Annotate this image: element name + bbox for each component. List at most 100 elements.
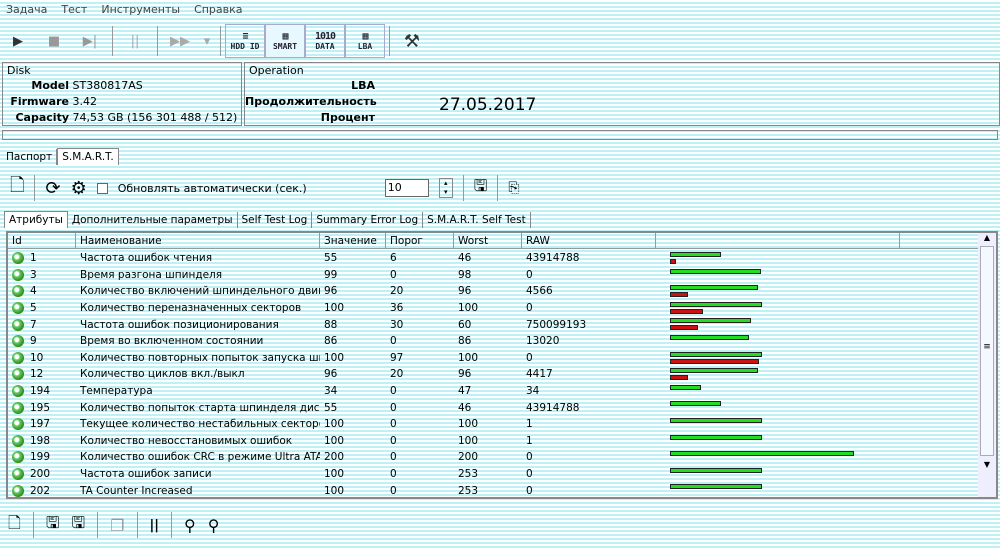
- col-value[interactable]: Значение: [320, 233, 386, 248]
- binoculars-icon[interactable]: ⚲: [184, 516, 196, 535]
- tab-self-test-log[interactable]: Self Test Log: [238, 212, 313, 228]
- play-button[interactable]: ▶: [0, 24, 36, 58]
- smart-button[interactable]: ▦ SMART: [265, 24, 305, 58]
- menu-help[interactable]: Справка: [194, 3, 242, 16]
- cell-worst: 253: [458, 468, 479, 481]
- scrollbar[interactable]: ▲ ≡ ▼: [978, 233, 996, 497]
- col-threshold[interactable]: Порог: [386, 233, 454, 248]
- status-ok-icon: [12, 484, 24, 497]
- cell-name: Количество включений шпиндельного двигат…: [80, 285, 320, 298]
- skip-button[interactable]: ▶|: [72, 24, 108, 58]
- tab-extra-params[interactable]: Дополнительные параметры: [68, 212, 238, 228]
- lba-label: LBA: [351, 79, 375, 92]
- table-row[interactable]: 198 Количество невосстановимых ошибок 100 0…: [8, 433, 656, 450]
- table-row[interactable]: 3 Время разгона шпинделя 99 0 98 0: [8, 267, 656, 284]
- status-ok-icon: [12, 285, 24, 298]
- value-bar: [670, 434, 762, 440]
- stop-button[interactable]: ■: [36, 24, 72, 58]
- table-row[interactable]: 10 Количество повторных попыток запуска ш…: [8, 350, 656, 367]
- table-row[interactable]: 202 TA Counter Increased 100 0 253 0: [8, 482, 656, 497]
- cell-name: Время разгона шпинделя: [80, 268, 223, 281]
- cell-id: 10: [8, 351, 76, 364]
- table-row[interactable]: 9 Время во включенном состоянии 86 0 86 13020: [8, 333, 656, 350]
- table-row[interactable]: 195 Количество попыток старта шпинделя ди…: [8, 399, 656, 416]
- save-icon[interactable]: 🖫: [46, 512, 60, 539]
- table-row[interactable]: 1 Частота ошибок чтения 55 6 46 43914788: [8, 250, 656, 267]
- tab-passport[interactable]: Паспорт: [2, 149, 58, 165]
- pause-icon[interactable]: ||: [150, 518, 160, 533]
- binoculars-more-icon[interactable]: ⚲: [208, 516, 220, 535]
- col-id[interactable]: Id: [8, 233, 76, 248]
- cell-worst: 100: [458, 302, 479, 315]
- scroll-up-icon[interactable]: ▲: [978, 233, 996, 242]
- col-name[interactable]: Наименование: [76, 233, 320, 248]
- cell-worst: 47: [458, 385, 472, 398]
- cell-value: 86: [324, 335, 338, 348]
- open-icon[interactable]: 🗋: [8, 512, 21, 539]
- table-row[interactable]: 7 Частота ошибок позиционирования 88 30 60 75…: [8, 316, 656, 333]
- interval-spinner[interactable]: ▴ ▾: [438, 178, 453, 198]
- col-raw[interactable]: RAW: [522, 233, 656, 248]
- cell-value: 100: [324, 434, 345, 447]
- data-button[interactable]: 1010 DATA: [305, 24, 345, 58]
- table-row[interactable]: 194 Температура 34 0 47 34: [8, 383, 656, 400]
- tab-smart-self-test[interactable]: S.M.A.R.T. Self Test: [423, 212, 531, 228]
- tools-button[interactable]: ⚒: [394, 24, 430, 58]
- col-worst[interactable]: Worst: [454, 233, 522, 248]
- chevron-down-icon: ▾: [203, 33, 211, 49]
- cell-name: TA Counter Increased: [80, 484, 193, 497]
- status-ok-icon: [12, 302, 24, 315]
- cell-name: Количество переназначенных секторов: [80, 302, 302, 315]
- cell-worst: 100: [458, 434, 479, 447]
- table-row[interactable]: 12 Количество циклов вкл./выкл 96 20 96 4417: [8, 366, 656, 383]
- save-icon[interactable]: 🖫: [474, 175, 488, 202]
- cell-id: 3: [8, 268, 76, 281]
- copy-icon[interactable]: ❐: [110, 516, 124, 535]
- lba-button[interactable]: ▦ LBA: [345, 24, 385, 58]
- main-toolbar: ▶ ■ ▶| || ▶▶ ▾ ≡ HDD ID ▦ SMART 1010 DATA ▦…: [0, 22, 430, 60]
- menu-tools[interactable]: Инструменты: [101, 3, 180, 16]
- forward-dropdown[interactable]: ▾: [198, 24, 216, 58]
- cell-value: 100: [324, 302, 345, 315]
- tab-attributes[interactable]: Атрибуты: [4, 211, 68, 228]
- tab-summary-error-log[interactable]: Summary Error Log: [312, 212, 424, 228]
- table-row[interactable]: 4 Количество включений шпиндельного двига…: [8, 283, 656, 300]
- tools-icon: ⚒: [403, 30, 421, 52]
- percent-label: Процент: [320, 111, 375, 124]
- cell-worst: 46: [458, 401, 472, 414]
- tab-smart[interactable]: S.M.A.R.T.: [57, 148, 119, 165]
- cell-value: 100: [324, 484, 345, 497]
- cell-id: 198: [8, 434, 76, 447]
- firmware-value: 3.42: [72, 95, 98, 108]
- cell-threshold: 0: [390, 468, 397, 481]
- cell-worst: 100: [458, 351, 479, 364]
- hdd-id-button[interactable]: ≡ HDD ID: [225, 24, 265, 58]
- auto-update-checkbox[interactable]: [96, 182, 108, 194]
- grid-icon: ▦: [282, 31, 288, 42]
- table-row[interactable]: 197 Текущее количество нестабильных секто…: [8, 416, 656, 433]
- table-row[interactable]: 200 Частота ошибок записи 100 0 253 0: [8, 466, 656, 483]
- cell-raw: 0: [526, 451, 533, 464]
- value-bar: [670, 368, 759, 374]
- value-bar: [670, 351, 762, 357]
- cell-name: Текущее количество нестабильных секторов…: [80, 418, 320, 431]
- threshold-bar: [670, 308, 704, 314]
- table-row[interactable]: 5 Количество переназначенных секторов 100 3…: [8, 300, 656, 317]
- smart-toolbar: 🗋 ⟳ ⚙ Обновлять автоматически (сек.) 10 …: [10, 172, 1000, 204]
- save-as-icon[interactable]: 🖫: [72, 512, 86, 539]
- table-row[interactable]: 199 Количество ошибок CRC в режиме Ultra …: [8, 449, 656, 466]
- cell-worst: 96: [458, 285, 472, 298]
- scroll-down-icon[interactable]: ▼: [978, 460, 996, 469]
- copy-icon[interactable]: ⎘: [508, 180, 519, 196]
- menu-test[interactable]: Тест: [61, 3, 87, 16]
- forward-button[interactable]: ▶▶: [162, 24, 198, 58]
- read-smart-icon[interactable]: 🗋: [10, 173, 24, 203]
- grid-icon: ▦: [362, 31, 368, 42]
- cell-worst: 96: [458, 368, 472, 381]
- interval-input[interactable]: 10: [384, 179, 429, 197]
- scroll-thumb[interactable]: ≡: [980, 246, 994, 456]
- pause-button[interactable]: ||: [117, 24, 153, 58]
- settings-icon[interactable]: ⚙: [71, 178, 87, 199]
- refresh-icon[interactable]: ⟳: [45, 178, 60, 199]
- menu-task[interactable]: Задача: [6, 3, 47, 16]
